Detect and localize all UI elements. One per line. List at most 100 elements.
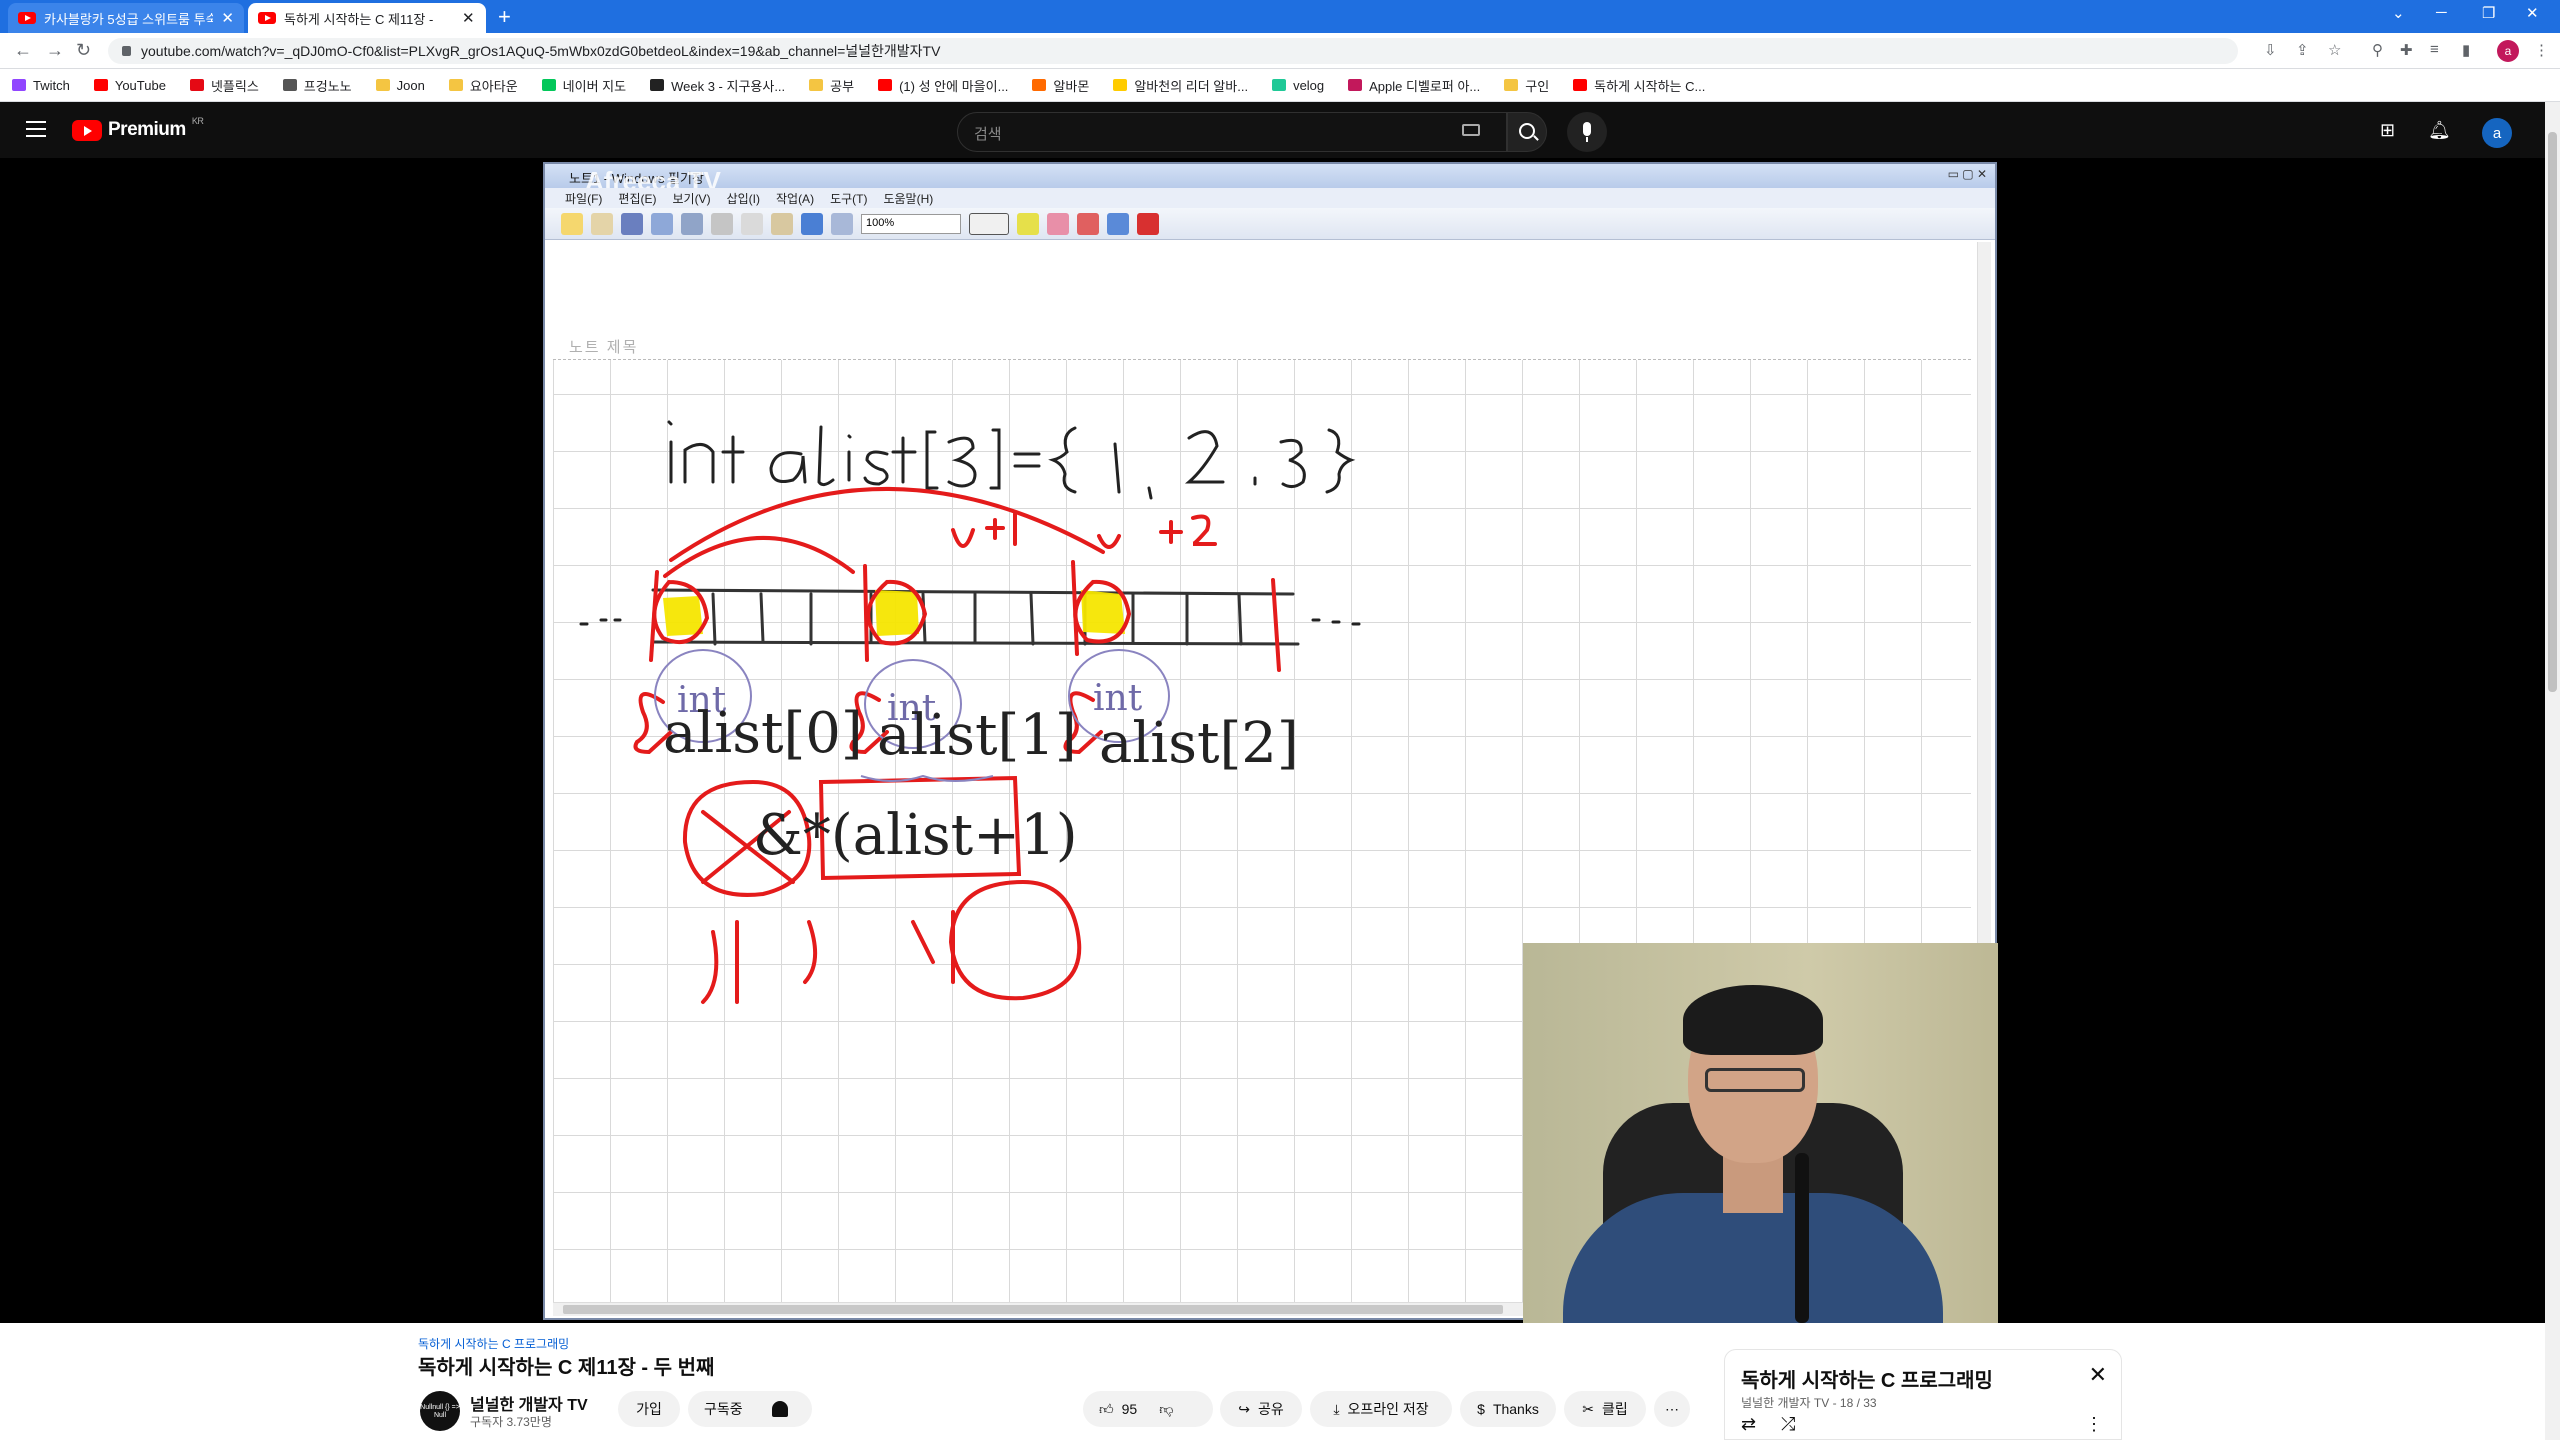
extensions-puzzle-icon[interactable]: ✚ xyxy=(2400,41,2413,59)
subscribed-label: 구독중 xyxy=(704,1401,743,1417)
svg-text:alist[1]: alist[1] xyxy=(877,703,1077,768)
voice-search-mic-icon[interactable] xyxy=(1567,112,1607,152)
tab-search-icon[interactable]: ⌄ xyxy=(2392,4,2405,22)
highlighter-icon xyxy=(1017,212,1039,235)
webcam-overlay xyxy=(1523,943,1998,1323)
page-scrollbar[interactable] xyxy=(2545,102,2560,1440)
chrome-menu-icon[interactable]: ⋮ xyxy=(2534,41,2549,59)
extension-pin-icon[interactable]: ⚲ xyxy=(2372,41,2383,59)
shuffle-icon[interactable]: ⤮ xyxy=(1781,1414,1795,1435)
keyboard-icon[interactable] xyxy=(1462,124,1480,136)
subscriber-count: 구독자 3.73만명 xyxy=(470,1415,552,1429)
browser-tab[interactable]: 카사블랑카 5성급 스위트룸 투숙 ✕ xyxy=(8,3,244,33)
journal-menu-item: 보기(V) xyxy=(672,192,711,206)
subscribed-button[interactable]: 구독중 xyxy=(688,1391,812,1427)
bookmark-item[interactable]: 프겅노노 xyxy=(282,76,352,95)
bookmark-item[interactable]: Joon xyxy=(375,78,425,93)
offline-label: 오프라인 저장 xyxy=(1347,1401,1429,1417)
chrome-profile-avatar[interactable]: a xyxy=(2497,40,2519,62)
new-tab-button[interactable]: + xyxy=(498,4,511,30)
forward-arrow-icon[interactable]: → xyxy=(46,40,64,61)
logo-region: KR xyxy=(191,116,204,126)
bookmark-favicon-icon xyxy=(1573,79,1588,91)
bookmark-label: (1) 성 안에 마을이... xyxy=(899,78,1009,94)
install-app-icon[interactable]: ⇩ xyxy=(2264,41,2277,59)
youtube-header: Premium KR 검색 ⊞ 🔔︎ a xyxy=(0,102,2545,158)
bookmark-item[interactable]: Twitch xyxy=(12,78,70,93)
bookmark-label: 프겅노노 xyxy=(303,78,352,94)
restore-button[interactable]: ❐ xyxy=(2482,4,2495,22)
tab-close-icon[interactable]: ✕ xyxy=(462,9,475,27)
back-arrow-icon[interactable]: ← xyxy=(14,40,32,61)
url-bar[interactable]: youtube.com/watch?v=_qDJ0mO-Cf0&list=PLX… xyxy=(108,38,2238,64)
bookmark-label: 요아타운 xyxy=(469,78,518,94)
create-video-icon[interactable]: ⊞ xyxy=(2380,120,2395,141)
minimize-button[interactable]: ─ xyxy=(2436,4,2447,21)
bookmark-item[interactable]: 독하게 시작하는 C... xyxy=(1573,76,1705,95)
channel-avatar[interactable]: Nullnull {} => Null xyxy=(420,1391,460,1431)
bookmark-item[interactable]: 네이버 지도 xyxy=(541,76,626,95)
bookmark-item[interactable]: (1) 성 안에 마을이... xyxy=(878,76,1008,95)
more-actions-button[interactable]: ⋯ xyxy=(1654,1391,1690,1427)
svg-text:&*(alist+1): &*(alist+1) xyxy=(753,803,1078,868)
svg-text:alist[2]: alist[2] xyxy=(1099,711,1299,776)
bookmark-item[interactable]: 넷플릭스 xyxy=(189,76,259,95)
bookmark-favicon-icon xyxy=(12,79,26,91)
bookmark-label: Week 3 - 지구용사... xyxy=(671,78,786,94)
like-dislike-group[interactable]: 👍︎ 95 👎︎ xyxy=(1083,1391,1213,1427)
bookmark-star-icon[interactable]: ☆ xyxy=(2328,41,2341,59)
bookmark-item[interactable]: Apple 디벨로퍼 아... xyxy=(1348,76,1480,95)
menu-hamburger-icon[interactable] xyxy=(26,121,46,137)
join-label: 가입 xyxy=(636,1401,662,1417)
share-page-icon[interactable]: ⇪ xyxy=(2296,41,2309,59)
video-player[interactable]: 노트1 - Windows 필기장 Afreeca TV ▭ ▢ ✕ 파일(F)… xyxy=(0,158,2545,1323)
clip-label: 클립 xyxy=(1601,1401,1628,1417)
close-window-button[interactable]: ✕ xyxy=(2526,4,2539,22)
browser-tab-active[interactable]: 독하게 시작하는 C 제11장 - ✕ xyxy=(248,3,486,33)
notification-bell-icon[interactable] xyxy=(772,1401,788,1417)
media-control-icon[interactable]: ≡ xyxy=(2430,41,2439,58)
reload-icon[interactable]: ↻ xyxy=(76,40,91,61)
clip-button[interactable]: ✂ 클립 xyxy=(1564,1391,1646,1427)
offline-save-button[interactable]: ⤓ 오프라인 저장 xyxy=(1310,1391,1452,1427)
search-button[interactable] xyxy=(1507,112,1547,152)
account-avatar[interactable]: a xyxy=(2482,118,2512,148)
bookmark-favicon-icon xyxy=(878,79,893,91)
youtube-premium-logo[interactable]: Premium KR xyxy=(72,116,204,141)
bookmark-item[interactable]: YouTube xyxy=(93,77,166,93)
bookmark-favicon-icon xyxy=(541,79,556,91)
side-panel-icon[interactable]: ▮ xyxy=(2462,41,2470,59)
journal-title-bar: 노트1 - Windows 필기장 Afreeca TV ▭ ▢ ✕ xyxy=(545,164,1995,196)
loop-icon[interactable]: ⇄ xyxy=(1741,1414,1756,1435)
tab-close-icon[interactable]: ✕ xyxy=(221,9,234,27)
thanks-button[interactable]: $ Thanks xyxy=(1460,1391,1556,1427)
playlist-menu-icon[interactable]: ⋮ xyxy=(2085,1414,2103,1435)
thanks-icon: $ xyxy=(1477,1401,1485,1417)
bookmark-item[interactable]: 알바몬 xyxy=(1032,76,1089,95)
channel-name[interactable]: 널널한 개발자 TV xyxy=(470,1391,588,1415)
bookmark-item[interactable]: velog xyxy=(1272,78,1324,93)
zoom-select: 100% xyxy=(861,213,961,234)
bookmark-item[interactable]: 구인 xyxy=(1504,76,1549,95)
bookmark-favicon-icon xyxy=(448,79,463,91)
bookmark-item[interactable]: 요아타운 xyxy=(448,76,518,95)
find-icon xyxy=(681,212,703,235)
share-icon: ↪ xyxy=(1238,1400,1250,1417)
thumbs-down-icon[interactable]: 👎︎ xyxy=(1159,1401,1173,1418)
playlist-title[interactable]: 독하게 시작하는 C 프로그래밍 xyxy=(1741,1364,1993,1393)
close-icon[interactable]: ✕ xyxy=(2089,1362,2107,1388)
download-icon: ⤓ xyxy=(1333,1400,1340,1417)
search-input[interactable]: 검색 xyxy=(957,112,1507,152)
bookmark-item[interactable]: 알바천의 리더 알바... xyxy=(1113,76,1248,95)
bookmark-item[interactable]: 공부 xyxy=(809,76,854,95)
share-button[interactable]: ↪ 공유 xyxy=(1220,1391,1302,1427)
playlist-link[interactable]: 독하게 시작하는 C 프로그래밍 xyxy=(418,1335,569,1352)
playlist-panel: 독하게 시작하는 C 프로그래밍 널널한 개발자 TV - 18 / 33 ✕ … xyxy=(1724,1349,2122,1440)
bookmark-favicon-icon xyxy=(1504,79,1519,91)
bookmark-label: YouTube xyxy=(114,77,166,93)
playlist-subtitle: 널널한 개발자 TV - 18 / 33 xyxy=(1741,1396,1877,1410)
bookmark-item[interactable]: Week 3 - 지구용사... xyxy=(650,76,785,95)
join-button[interactable]: 가입 xyxy=(618,1391,680,1427)
thumbs-up-icon[interactable]: 👍︎ xyxy=(1099,1401,1114,1418)
notifications-bell-icon[interactable]: 🔔︎ xyxy=(2428,120,2451,141)
